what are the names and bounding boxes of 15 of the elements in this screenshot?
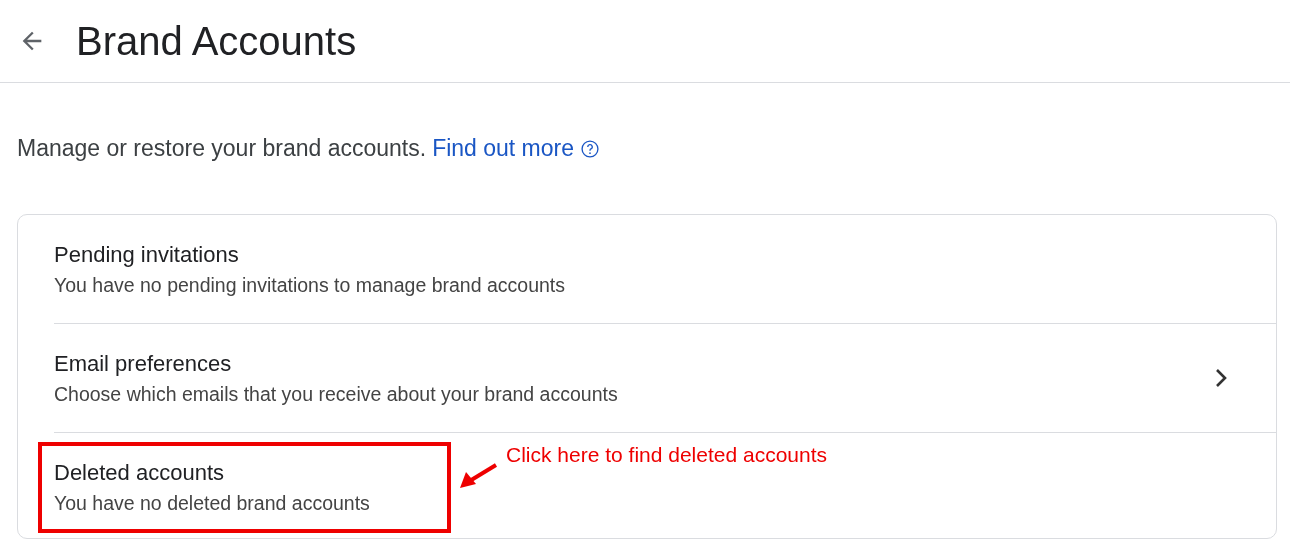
- row-title: Pending invitations: [54, 241, 239, 268]
- find-out-more-link[interactable]: Find out more: [432, 135, 575, 162]
- page-title: Brand Accounts: [76, 18, 357, 64]
- row-description: You have no deleted brand accounts: [54, 491, 370, 515]
- settings-row[interactable]: Email preferences Choose which emails that you receive about your brand accounts: [54, 324, 1276, 433]
- row-description: You have no pending invitations to manage brand accounts: [54, 273, 565, 297]
- settings-row[interactable]: Deleted accounts You have no deleted brand accounts Click here to find deleted accounts: [54, 433, 1276, 541]
- settings-row[interactable]: Pending invitations You have no pending invitations to manage brand accounts: [54, 215, 1276, 324]
- annotation-arrow: [458, 461, 500, 491]
- row-title: Deleted accounts: [54, 459, 224, 486]
- intro-text: Manage or restore your brand accounts.: [17, 135, 427, 162]
- help-icon: [580, 138, 601, 159]
- row-title: Email preferences: [54, 350, 232, 377]
- annotation-text: Click here to find deleted accounts: [506, 443, 828, 467]
- row-description: Choose which emails that you receive about your brand accounts: [54, 382, 618, 406]
